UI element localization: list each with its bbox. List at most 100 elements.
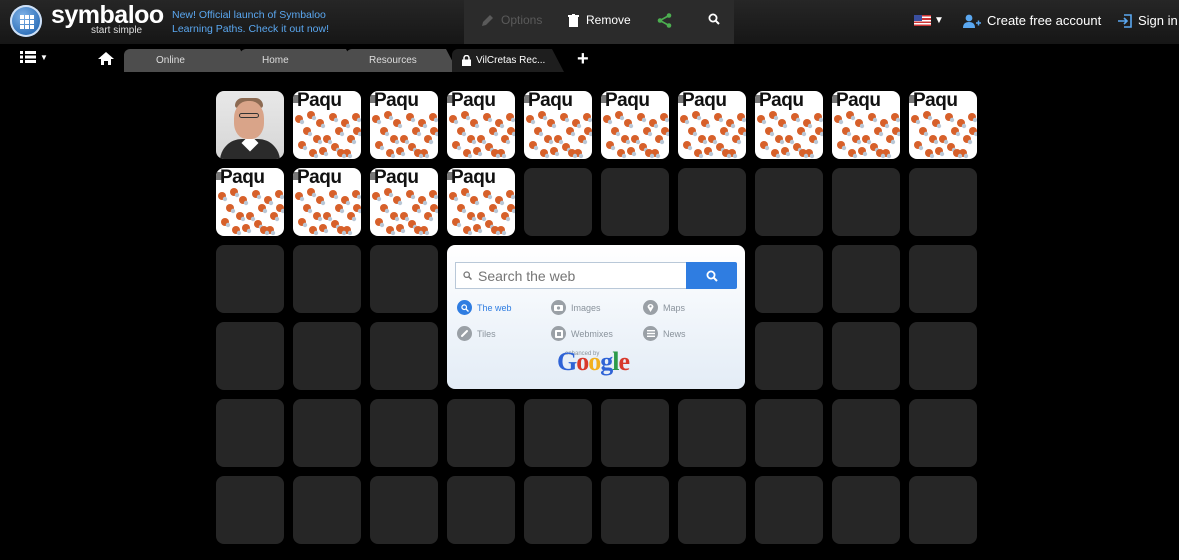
search-option-label: Maps — [663, 302, 686, 313]
search-box — [455, 262, 688, 289]
tile-empty[interactable] — [832, 399, 900, 467]
options-button[interactable]: Options — [481, 13, 542, 27]
search-option-webmixes[interactable]: Webmixes — [551, 326, 613, 341]
remove-button[interactable]: Remove — [568, 13, 631, 27]
search-option-web[interactable]: The web — [457, 300, 512, 315]
add-user-icon — [963, 14, 981, 28]
tile-paqu[interactable]: Paqu — [755, 91, 823, 159]
share-icon — [657, 13, 672, 28]
tile-empty[interactable] — [601, 399, 669, 467]
tile-empty[interactable] — [524, 399, 592, 467]
tile-empty[interactable] — [755, 322, 823, 390]
tile-empty[interactable] — [370, 399, 438, 467]
news-icon — [643, 326, 658, 341]
options-label: Options — [501, 13, 543, 27]
tile-empty[interactable] — [524, 168, 592, 236]
tile-empty[interactable] — [909, 245, 977, 313]
tile-empty[interactable] — [678, 399, 746, 467]
tab-resources[interactable]: Resources — [346, 49, 458, 72]
tile-empty[interactable] — [293, 322, 361, 390]
home-tab[interactable] — [98, 52, 114, 70]
tile-paqu[interactable]: Paqu — [370, 91, 438, 159]
tile-label: Paqu — [297, 91, 342, 111]
search-option-tiles[interactable]: Tiles — [457, 326, 496, 341]
tile-empty[interactable] — [832, 476, 900, 544]
tile-paqu[interactable]: Paqu — [293, 91, 361, 159]
tile-empty[interactable] — [601, 476, 669, 544]
search-option-news[interactable]: News — [643, 326, 686, 341]
tile-paqu[interactable]: Paqu — [601, 91, 669, 159]
tile-label: Paqu — [759, 91, 804, 111]
symbaloo-logo-icon[interactable] — [10, 5, 42, 37]
search-option-images[interactable]: Images — [551, 300, 601, 315]
search-submit-button[interactable] — [686, 262, 737, 289]
tile-empty[interactable] — [909, 168, 977, 236]
tile-empty[interactable] — [293, 476, 361, 544]
search-option-maps[interactable]: Maps — [643, 300, 685, 315]
tile-empty[interactable] — [216, 476, 284, 544]
tile-label: Paqu — [374, 168, 419, 188]
tile-empty[interactable] — [832, 168, 900, 236]
tile-profile-photo[interactable] — [216, 91, 284, 159]
tile-empty[interactable] — [678, 168, 746, 236]
tile-label: Paqu — [913, 91, 958, 111]
us-flag-icon — [914, 15, 931, 26]
tile-empty[interactable] — [909, 399, 977, 467]
tile-paqu[interactable]: Paqu — [447, 168, 515, 236]
sign-in-link[interactable]: Sign in — [1118, 13, 1178, 28]
tile-label: Paqu — [374, 91, 419, 111]
menu-button[interactable]: ▼ — [20, 51, 48, 63]
tile-empty[interactable] — [216, 322, 284, 390]
tile-empty[interactable] — [370, 245, 438, 313]
tile-label: Paqu — [836, 91, 881, 111]
search-option-label: News — [663, 328, 686, 339]
tile-empty[interactable] — [216, 245, 284, 313]
tile-empty[interactable] — [755, 399, 823, 467]
tab-vilcretas[interactable]: VilCretas Rec... — [452, 49, 564, 72]
lock-icon — [462, 55, 471, 66]
tile-empty[interactable] — [216, 399, 284, 467]
search-icon — [706, 270, 718, 282]
tile-empty[interactable] — [832, 322, 900, 390]
search-button[interactable] — [708, 13, 727, 25]
tile-empty[interactable] — [370, 322, 438, 390]
tile-empty[interactable] — [755, 476, 823, 544]
share-button[interactable] — [657, 13, 679, 28]
tile-paqu[interactable]: Paqu — [524, 91, 592, 159]
tile-empty[interactable] — [524, 476, 592, 544]
tile-empty[interactable] — [909, 476, 977, 544]
tab-label: Online — [156, 55, 185, 66]
announcement-link[interactable]: New! Official launch of Symbaloo Learnin… — [172, 8, 357, 36]
search-input[interactable] — [476, 266, 680, 285]
tile-empty[interactable] — [755, 245, 823, 313]
tile-paqu[interactable]: Paqu — [293, 168, 361, 236]
tile-empty[interactable] — [909, 322, 977, 390]
create-account-link[interactable]: Create free account — [963, 13, 1101, 28]
tile-empty[interactable] — [755, 168, 823, 236]
tile-empty[interactable] — [678, 476, 746, 544]
tile-empty[interactable] — [601, 168, 669, 236]
tile-empty[interactable] — [447, 399, 515, 467]
tab-online[interactable]: Online — [124, 49, 252, 72]
pencil-icon — [482, 14, 493, 26]
tile-empty[interactable] — [293, 399, 361, 467]
add-tab-button[interactable]: + — [577, 48, 589, 71]
tile-empty[interactable] — [832, 245, 900, 313]
tile-paqu[interactable]: Paqu — [370, 168, 438, 236]
brand-tagline: start simple — [91, 25, 143, 36]
tile-paqu[interactable]: Paqu — [447, 91, 515, 159]
tile-empty[interactable] — [293, 245, 361, 313]
tab-home[interactable]: Home — [240, 49, 358, 72]
search-widget: The web Images Maps Tiles Webmixes News … — [447, 245, 745, 389]
tab-bar: ▼ Online Home Resources VilCretas Rec...… — [0, 44, 1179, 72]
language-selector[interactable]: ▼ — [914, 15, 944, 26]
tile-paqu[interactable]: Paqu — [216, 168, 284, 236]
tile-empty[interactable] — [370, 476, 438, 544]
tile-paqu[interactable]: Paqu — [909, 91, 977, 159]
tile-paqu[interactable]: Paqu — [678, 91, 746, 159]
tile-empty[interactable] — [447, 476, 515, 544]
camera-icon — [551, 300, 566, 315]
tile-paqu[interactable]: Paqu — [832, 91, 900, 159]
chevron-down-icon: ▼ — [40, 52, 48, 62]
top-bar: symbaloo start simple New! Official laun… — [0, 0, 1179, 44]
